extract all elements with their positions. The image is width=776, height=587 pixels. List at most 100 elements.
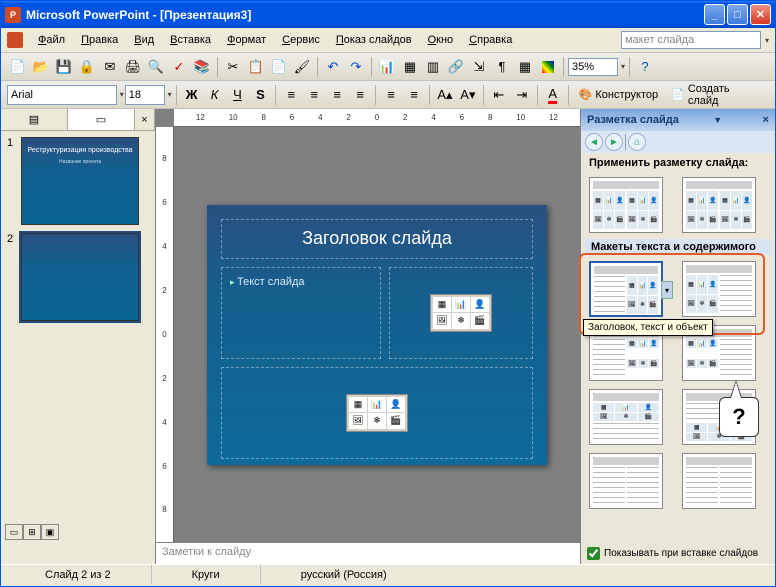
vertical-ruler: 864202468	[156, 127, 174, 542]
menu-view[interactable]: Вид	[127, 32, 161, 48]
cut-button[interactable]: ✂	[222, 56, 244, 78]
shadow-button[interactable]: S	[249, 84, 271, 106]
layout-item[interactable]: ▦📊👤🖼❄🎬▦📊👤🖼❄🎬	[682, 177, 756, 233]
save-button[interactable]: 💾	[53, 56, 75, 78]
expand-button[interactable]: ⇲	[468, 56, 490, 78]
email-button[interactable]: ✉	[99, 56, 121, 78]
underline-button[interactable]: Ч	[227, 84, 249, 106]
bold-button[interactable]: Ж	[181, 84, 203, 106]
menu-window[interactable]: Окно	[421, 32, 461, 48]
horizontal-ruler: 12108642024681012	[174, 109, 580, 127]
status-slide: Слайд 2 из 2	[5, 565, 151, 584]
thumbnail-2[interactable]: 2	[7, 233, 149, 321]
help-search-box[interactable]: макет слайда	[621, 31, 761, 49]
italic-button[interactable]: К	[204, 84, 226, 106]
layout-item[interactable]: ▦📊👤🖼❄🎬	[589, 389, 663, 445]
redo-button[interactable]: ↷	[345, 56, 367, 78]
align-right-button[interactable]: ≡	[326, 84, 348, 106]
new-slide-button[interactable]: 📄 Создать слайд	[665, 81, 769, 109]
new-button[interactable]: 📄	[7, 56, 29, 78]
layout-dropdown-icon[interactable]: ▾	[661, 281, 673, 299]
table-button[interactable]: ▦	[399, 56, 421, 78]
zoom-dropdown-icon[interactable]: ▾	[621, 62, 625, 71]
title-bar: P Microsoft PowerPoint - [Презентация3] …	[1, 1, 775, 28]
app-icon[interactable]	[7, 32, 23, 48]
thumbnail-1[interactable]: 1 Реструктуризация производстваНазвание …	[7, 137, 149, 225]
text-placeholder[interactable]: Текст слайда	[221, 267, 381, 359]
font-color-button[interactable]: A	[542, 84, 564, 106]
layout-item-selected[interactable]: ▦📊👤🖼❄🎬▾	[589, 261, 663, 317]
font-size-selector[interactable]: 18	[125, 85, 165, 105]
zoom-box[interactable]: 35%	[568, 58, 618, 76]
chart-button[interactable]: 📊	[376, 56, 398, 78]
permissions-button[interactable]: 🔒	[76, 56, 98, 78]
minimize-button[interactable]: _	[704, 4, 725, 25]
layout-item[interactable]: ▦📊👤🖼❄🎬▦📊👤🖼❄🎬	[589, 177, 663, 233]
tables-button[interactable]: ▥	[422, 56, 444, 78]
show-all-button[interactable]: ¶	[491, 56, 513, 78]
forward-button[interactable]: ►	[605, 133, 623, 151]
taskpane-dropdown-icon[interactable]: ▼	[713, 115, 722, 125]
slide[interactable]: Заголовок слайда Текст слайда ▦📊👤🖼❄🎬 ▦📊👤…	[207, 205, 547, 465]
bullet-list-button[interactable]: ≡	[403, 84, 425, 106]
paste-button[interactable]: 📄	[268, 56, 290, 78]
spellcheck-button[interactable]: ✓	[168, 56, 190, 78]
home-button[interactable]: ⌂	[628, 133, 646, 151]
menu-insert[interactable]: Вставка	[163, 32, 218, 48]
close-tabs-button[interactable]: ×	[135, 109, 155, 130]
align-center-button[interactable]: ≡	[303, 84, 325, 106]
increase-font-button[interactable]: A▴	[434, 84, 456, 106]
help-button[interactable]: ?	[634, 56, 656, 78]
menu-format[interactable]: Формат	[220, 32, 273, 48]
close-button[interactable]: ✕	[750, 4, 771, 25]
align-left-button[interactable]: ≡	[280, 84, 302, 106]
title-placeholder[interactable]: Заголовок слайда	[221, 219, 533, 259]
menu-tools[interactable]: Сервис	[275, 32, 327, 48]
layout-item[interactable]	[682, 453, 756, 509]
slide-canvas-area: 12108642024681012 864202468 Заголовок сл…	[156, 109, 580, 564]
content-placeholder-1[interactable]: ▦📊👤🖼❄🎬	[389, 267, 533, 359]
normal-view-button[interactable]: ▭	[5, 524, 23, 540]
format-painter-button[interactable]: 🖌	[291, 56, 313, 78]
decrease-indent-button[interactable]: ⇤	[488, 84, 510, 106]
print-button[interactable]: 🖨	[122, 56, 144, 78]
grid-button[interactable]: ▦	[514, 56, 536, 78]
font-selector[interactable]: Arial	[7, 85, 117, 105]
maximize-button[interactable]: □	[727, 4, 748, 25]
back-button[interactable]: ◄	[585, 133, 603, 151]
slideshow-view-button[interactable]: ▣	[41, 524, 59, 540]
color-button[interactable]	[537, 56, 559, 78]
help-dropdown-icon[interactable]: ▾	[765, 36, 769, 45]
menu-slideshow[interactable]: Показ слайдов	[329, 32, 419, 48]
hyperlink-button[interactable]: 🔗	[445, 56, 467, 78]
slides-tab[interactable]: ▭	[68, 109, 135, 130]
designer-button[interactable]: 🎨 Конструктор	[573, 86, 664, 103]
menu-file[interactable]: Файл	[31, 32, 72, 48]
preview-button[interactable]: 🔍	[145, 56, 167, 78]
research-button[interactable]: 📚	[191, 56, 213, 78]
undo-button[interactable]: ↶	[322, 56, 344, 78]
menu-edit[interactable]: Правка	[74, 32, 125, 48]
increase-indent-button[interactable]: ⇥	[511, 84, 533, 106]
menu-bar: Файл Правка Вид Вставка Формат Сервис По…	[1, 28, 775, 53]
align-justify-button[interactable]: ≡	[349, 84, 371, 106]
decrease-font-button[interactable]: A▾	[457, 84, 479, 106]
size-dropdown-icon[interactable]: ▾	[168, 90, 172, 99]
numbered-list-button[interactable]: ≡	[380, 84, 402, 106]
notes-pane[interactable]: Заметки к слайду	[156, 542, 580, 564]
copy-button[interactable]: 📋	[245, 56, 267, 78]
outline-tab[interactable]: ▤	[1, 109, 68, 130]
task-pane: Разметка слайда ▼ × ◄ ► ⌂ Применить разм…	[580, 109, 775, 564]
layout-item[interactable]: ▦📊👤🖼❄🎬	[682, 261, 756, 317]
thumbnail-pane: ▤ ▭ × 1 Реструктуризация производстваНаз…	[1, 109, 156, 564]
section-label: Макеты текста и содержимого	[585, 239, 771, 255]
sorter-view-button[interactable]: ⊞	[23, 524, 41, 540]
menu-help[interactable]: Справка	[462, 32, 519, 48]
open-button[interactable]: 📂	[30, 56, 52, 78]
taskpane-close-button[interactable]: ×	[763, 114, 769, 126]
layout-item[interactable]	[589, 453, 663, 509]
content-placeholder-2[interactable]: ▦📊👤🖼❄🎬	[221, 367, 533, 459]
show-on-insert-checkbox[interactable]	[587, 547, 600, 560]
status-language[interactable]: русский (Россия)	[260, 565, 427, 584]
font-dropdown-icon[interactable]: ▾	[120, 90, 124, 99]
